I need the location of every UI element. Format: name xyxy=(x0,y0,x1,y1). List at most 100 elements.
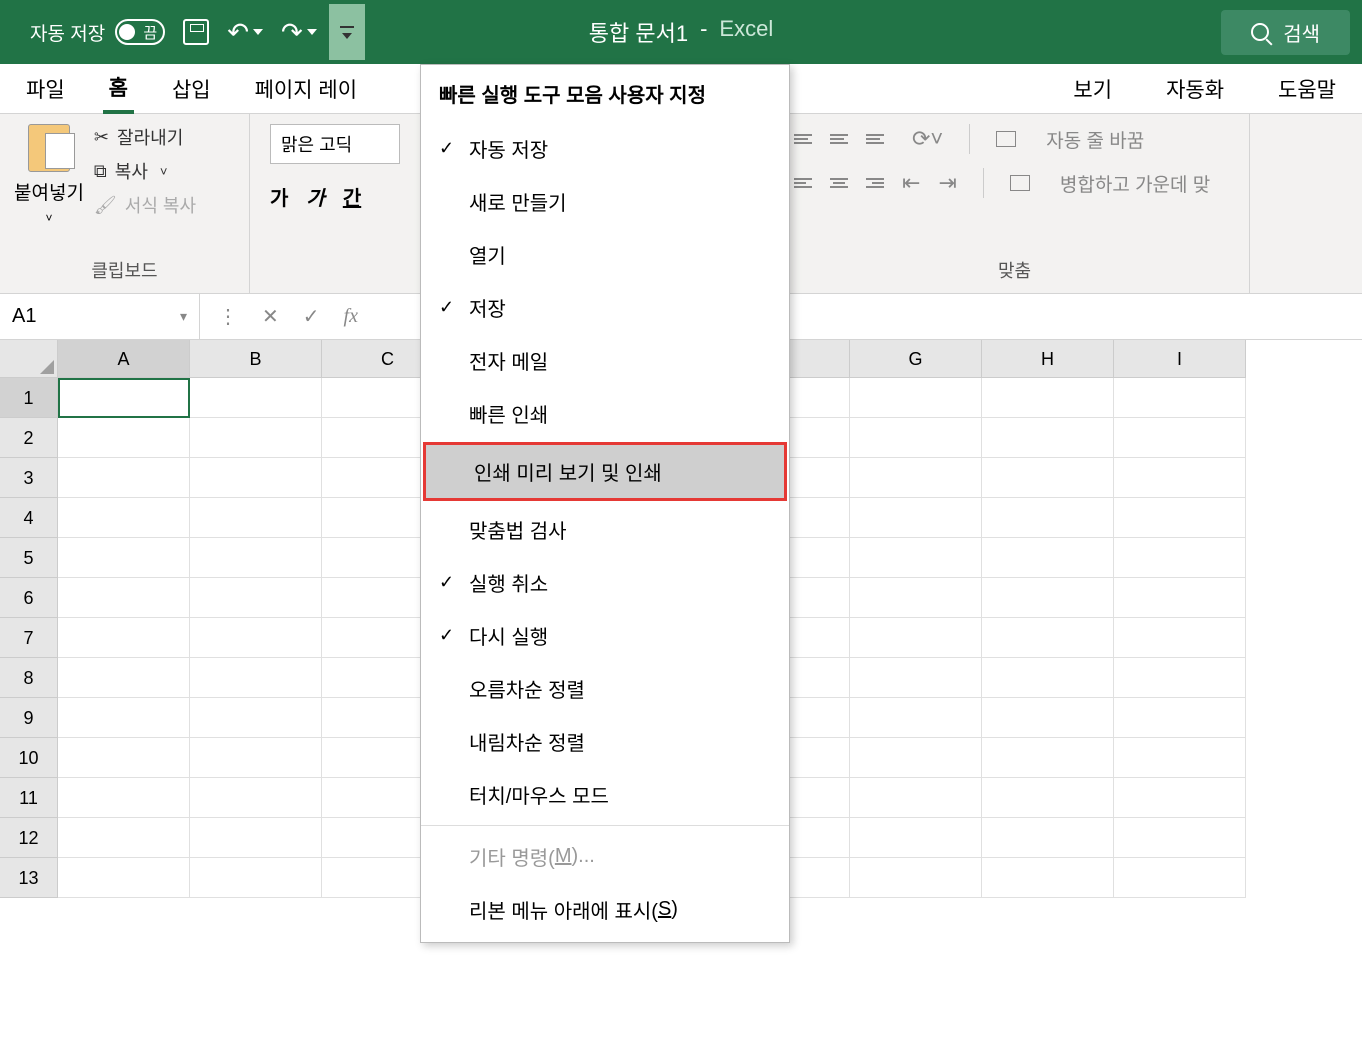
undo-button[interactable]: ↶ xyxy=(227,17,263,48)
cell[interactable] xyxy=(850,378,982,418)
row-header[interactable]: 13 xyxy=(0,858,58,898)
cell[interactable] xyxy=(850,458,982,498)
tab-view[interactable]: 보기 xyxy=(1067,66,1118,112)
cell[interactable] xyxy=(1114,658,1246,698)
expand-icon[interactable]: ⋮ xyxy=(218,304,238,329)
name-box[interactable]: A1 ▾ xyxy=(0,294,200,339)
copy-button[interactable]: ⧉복사˅ xyxy=(94,158,196,184)
cell[interactable] xyxy=(1114,698,1246,738)
qat-customize-button[interactable] xyxy=(329,4,365,60)
underline-button[interactable]: 간 xyxy=(343,182,361,211)
tab-automate[interactable]: 자동화 xyxy=(1160,66,1230,112)
cell[interactable] xyxy=(58,498,190,538)
cell[interactable] xyxy=(58,658,190,698)
menu-item[interactable]: 인쇄 미리 보기 및 인쇄 xyxy=(423,442,787,501)
paste-button[interactable]: 붙여넣기 ˅ xyxy=(14,124,84,225)
autosave-toggle[interactable]: 자동 저장 끔 xyxy=(30,19,165,46)
enter-icon[interactable]: ✓ xyxy=(303,304,320,329)
cell[interactable] xyxy=(982,778,1114,818)
menu-item[interactable]: 다시 실행 xyxy=(421,609,789,662)
cell[interactable] xyxy=(190,498,322,538)
cell[interactable] xyxy=(190,698,322,738)
cell[interactable] xyxy=(58,778,190,818)
cell[interactable] xyxy=(1114,378,1246,418)
menu-item[interactable]: 자동 저장 xyxy=(421,122,789,175)
cell[interactable] xyxy=(850,618,982,658)
align-top-icon[interactable] xyxy=(794,134,812,144)
cell[interactable] xyxy=(190,418,322,458)
cell[interactable] xyxy=(982,378,1114,418)
cell[interactable] xyxy=(1114,818,1246,858)
cell[interactable] xyxy=(982,418,1114,458)
cell[interactable] xyxy=(58,578,190,618)
wrap-text-button[interactable]: 자동 줄 바꿈 xyxy=(1046,126,1144,153)
row-header[interactable]: 1 xyxy=(0,378,58,418)
cell[interactable] xyxy=(1114,858,1246,898)
italic-button[interactable]: 가 xyxy=(306,182,324,211)
menu-item-more-commands[interactable]: 기타 명령(M)... xyxy=(421,825,789,883)
cell[interactable] xyxy=(190,458,322,498)
row-header[interactable]: 4 xyxy=(0,498,58,538)
cell[interactable] xyxy=(58,858,190,898)
tab-file[interactable]: 파일 xyxy=(20,66,71,112)
cell[interactable] xyxy=(190,778,322,818)
cell[interactable] xyxy=(58,458,190,498)
font-name-select[interactable]: 맑은 고딕 xyxy=(270,124,400,164)
decrease-indent-icon[interactable]: ⇤ xyxy=(902,170,920,196)
cell[interactable] xyxy=(982,498,1114,538)
save-button[interactable] xyxy=(183,19,209,45)
cell[interactable] xyxy=(190,818,322,858)
cell[interactable] xyxy=(1114,458,1246,498)
column-header[interactable]: G xyxy=(850,340,982,378)
cell[interactable] xyxy=(190,658,322,698)
format-painter-button[interactable]: 🖌서식 복사 xyxy=(94,192,196,218)
cell[interactable] xyxy=(850,858,982,898)
menu-item[interactable]: 새로 만들기 xyxy=(421,175,789,228)
menu-item[interactable]: 전자 메일 xyxy=(421,334,789,387)
cancel-icon[interactable]: ✕ xyxy=(262,304,279,329)
menu-item[interactable]: 터치/마우스 모드 xyxy=(421,768,789,821)
cell[interactable] xyxy=(850,498,982,538)
cell[interactable] xyxy=(982,658,1114,698)
cell[interactable] xyxy=(190,618,322,658)
cell[interactable] xyxy=(850,538,982,578)
cell[interactable] xyxy=(850,738,982,778)
cell[interactable] xyxy=(58,698,190,738)
search-box[interactable]: 검색 xyxy=(1221,10,1350,55)
cell[interactable] xyxy=(850,778,982,818)
cell[interactable] xyxy=(58,618,190,658)
cell[interactable] xyxy=(58,738,190,778)
align-center-icon[interactable] xyxy=(830,178,848,188)
cell[interactable] xyxy=(190,858,322,898)
bold-button[interactable]: 가 xyxy=(270,182,288,211)
row-header[interactable]: 7 xyxy=(0,618,58,658)
cell[interactable] xyxy=(850,818,982,858)
column-header[interactable]: I xyxy=(1114,340,1246,378)
cell[interactable] xyxy=(190,738,322,778)
increase-indent-icon[interactable]: ⇥ xyxy=(938,170,956,196)
merge-center-button[interactable]: 병합하고 가운데 맞 xyxy=(1060,170,1210,197)
menu-item[interactable]: 오름차순 정렬 xyxy=(421,662,789,715)
cell[interactable] xyxy=(1114,538,1246,578)
row-header[interactable]: 6 xyxy=(0,578,58,618)
menu-item[interactable]: 맞춤법 검사 xyxy=(421,503,789,556)
fx-icon[interactable]: fx xyxy=(344,305,358,328)
redo-button[interactable]: ↷ xyxy=(281,17,317,48)
row-header[interactable]: 3 xyxy=(0,458,58,498)
row-header[interactable]: 11 xyxy=(0,778,58,818)
column-header[interactable]: B xyxy=(190,340,322,378)
row-header[interactable]: 2 xyxy=(0,418,58,458)
cell[interactable] xyxy=(1114,618,1246,658)
row-header[interactable]: 9 xyxy=(0,698,58,738)
cell[interactable] xyxy=(982,698,1114,738)
tab-page-layout[interactable]: 페이지 레이 xyxy=(249,66,363,112)
align-left-icon[interactable] xyxy=(794,178,812,188)
cell[interactable] xyxy=(982,738,1114,778)
cell[interactable] xyxy=(1114,738,1246,778)
row-header[interactable]: 5 xyxy=(0,538,58,578)
align-bottom-icon[interactable] xyxy=(866,134,884,144)
cell[interactable] xyxy=(850,698,982,738)
menu-item[interactable]: 빠른 인쇄 xyxy=(421,387,789,440)
cell[interactable] xyxy=(1114,778,1246,818)
cell[interactable] xyxy=(58,538,190,578)
